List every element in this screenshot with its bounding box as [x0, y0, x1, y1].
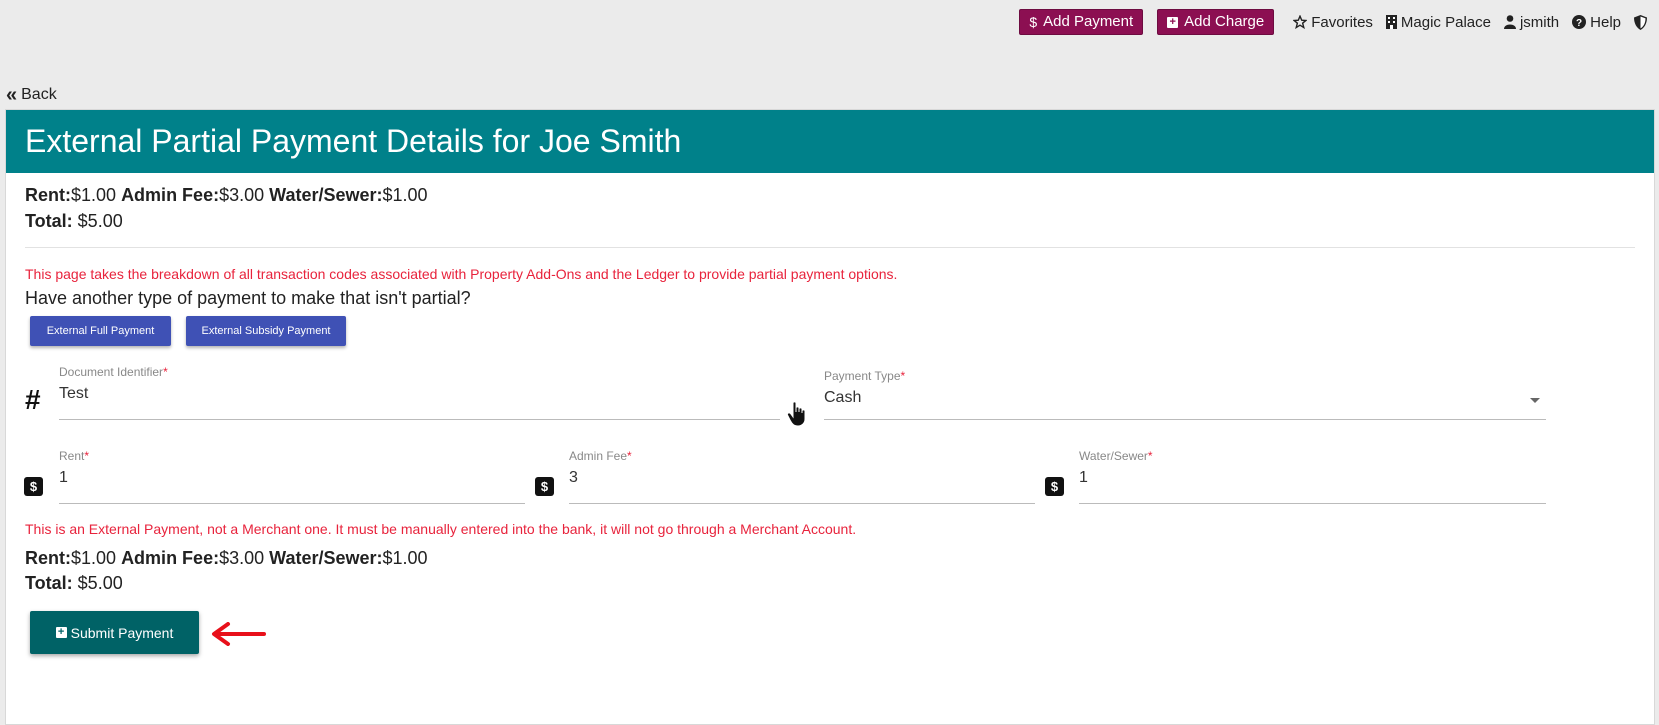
- add-payment-button[interactable]: $ Add Payment: [1019, 9, 1144, 35]
- rent-summary-label: Rent:: [25, 548, 71, 568]
- charges-summary-top: Rent:$1.00 Admin Fee:$3.00 Water/Sewer:$…: [25, 185, 428, 206]
- info-note: This page takes the breakdown of all tra…: [25, 266, 898, 282]
- hand-cursor-icon: [786, 401, 806, 427]
- alt-payment-question: Have another type of payment to make tha…: [25, 288, 471, 308]
- charges-summary-bottom: Rent:$1.00 Admin Fee:$3.00 Water/Sewer:$…: [25, 548, 428, 569]
- external-full-payment-button[interactable]: External Full Payment: [30, 316, 171, 346]
- page-title: External Partial Payment Details for Joe…: [6, 110, 1654, 173]
- add-charge-button[interactable]: + Add Charge: [1157, 9, 1275, 35]
- document-identifier-field[interactable]: Document Identifier* Test: [59, 365, 780, 420]
- document-identifier-label: Document Identifier*: [59, 365, 168, 379]
- admin-fee-label: Admin Fee*: [569, 449, 632, 463]
- total-summary-top: Total: $5.00: [25, 211, 123, 232]
- total-summary-label: Total:: [25, 573, 73, 593]
- admin-fee-input[interactable]: 3: [569, 469, 1035, 487]
- water-sewer-summary-label: Water/Sewer:: [269, 185, 383, 205]
- payment-type-underline: [824, 419, 1546, 420]
- admin-fee-underline: [569, 503, 1035, 504]
- payment-details-card: External Partial Payment Details for Joe…: [5, 109, 1655, 725]
- rent-summary-value: $1.00: [71, 548, 117, 568]
- divider: [25, 247, 1635, 248]
- admin-fee-summary-value: $3.00: [219, 548, 265, 568]
- plus-square-icon: +: [55, 627, 67, 638]
- property-link[interactable]: Magic Palace: [1385, 13, 1491, 31]
- back-link[interactable]: « Back: [6, 84, 57, 106]
- help-label: Help: [1590, 13, 1621, 31]
- water-sewer-summary-label: Water/Sewer:: [269, 548, 383, 568]
- user-icon: [1503, 15, 1516, 29]
- total-summary-bottom: Total: $5.00: [25, 573, 123, 594]
- total-summary-value: $5.00: [77, 573, 123, 593]
- document-identifier-underline: [59, 419, 780, 420]
- total-summary-label: Total:: [25, 211, 73, 231]
- admin-fee-summary-label: Admin Fee:: [121, 548, 220, 568]
- help-link[interactable]: ? Help: [1572, 14, 1621, 31]
- property-label: Magic Palace: [1400, 13, 1491, 31]
- plus-square-icon: +: [1167, 16, 1179, 28]
- add-charge-label: Add Charge: [1184, 13, 1265, 30]
- water-sewer-summary-value: $1.00: [382, 185, 428, 205]
- water-sewer-input[interactable]: 1: [1079, 469, 1546, 487]
- water-sewer-underline: [1079, 503, 1546, 504]
- payment-type-select[interactable]: Payment Type* Cash: [824, 369, 1546, 420]
- question-circle-icon: ?: [1572, 15, 1587, 29]
- svg-text:?: ?: [1576, 18, 1582, 29]
- water-sewer-summary-value: $1.00: [382, 548, 428, 568]
- submit-payment-label: Submit Payment: [70, 624, 174, 641]
- rent-field[interactable]: Rent* 1: [59, 449, 525, 504]
- dollar-icon: $: [1045, 477, 1064, 496]
- dropdown-arrow-icon: [1530, 398, 1540, 403]
- external-subsidy-payment-button[interactable]: External Subsidy Payment: [186, 316, 346, 346]
- admin-fee-summary-label: Admin Fee:: [121, 185, 220, 205]
- star-icon: [1293, 15, 1308, 29]
- user-label: jsmith: [1519, 13, 1560, 31]
- rent-label: Rent*: [59, 449, 90, 463]
- building-icon: [1385, 15, 1397, 29]
- submit-payment-button[interactable]: + Submit Payment: [30, 611, 199, 654]
- user-menu[interactable]: jsmith: [1503, 13, 1560, 31]
- security-link[interactable]: [1634, 14, 1647, 30]
- hash-icon: #: [25, 384, 41, 415]
- water-sewer-label: Water/Sewer*: [1079, 449, 1153, 463]
- red-arrow-annotation-icon: [212, 622, 266, 646]
- admin-fee-field[interactable]: Admin Fee* 3: [569, 449, 1035, 504]
- shield-icon: [1634, 14, 1647, 30]
- payment-type-label: Payment Type*: [824, 369, 906, 383]
- double-chevron-left-icon: «: [6, 84, 18, 106]
- dollar-icon: $: [24, 477, 43, 496]
- external-payment-warning: This is an External Payment, not a Merch…: [25, 521, 857, 537]
- payment-type-value: Cash: [824, 389, 862, 406]
- rent-summary-value: $1.00: [71, 185, 117, 205]
- add-payment-label: Add Payment: [1043, 13, 1134, 30]
- total-summary-value: $5.00: [77, 211, 123, 231]
- document-identifier-input[interactable]: Test: [59, 385, 780, 403]
- favorites-link[interactable]: Favorites: [1293, 14, 1373, 31]
- dollar-icon: $: [535, 477, 554, 496]
- rent-summary-label: Rent:: [25, 185, 71, 205]
- rent-underline: [59, 503, 525, 504]
- favorites-label: Favorites: [1311, 13, 1373, 31]
- dollar-icon: $: [1029, 14, 1038, 30]
- water-sewer-field[interactable]: Water/Sewer* 1: [1079, 449, 1546, 504]
- admin-fee-summary-value: $3.00: [219, 185, 265, 205]
- rent-input[interactable]: 1: [59, 469, 525, 487]
- top-navigation: $ Add Payment + Add Charge Favorites Mag…: [1019, 9, 1659, 35]
- back-label: Back: [21, 86, 57, 103]
